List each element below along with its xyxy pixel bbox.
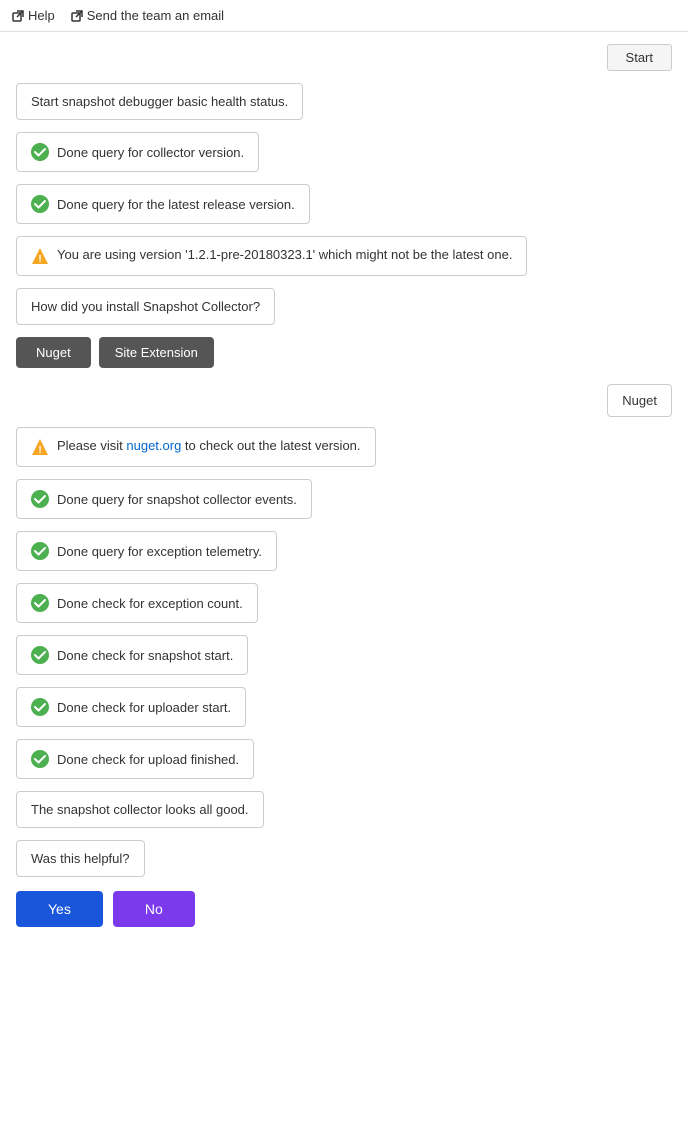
start-message: Start snapshot debugger basic health sta… <box>16 83 303 120</box>
main-content: Start Start snapshot debugger basic heal… <box>0 32 688 939</box>
check-icon-exception-count <box>31 594 49 612</box>
external-link-icon2 <box>71 10 83 22</box>
email-label: Send the team an email <box>87 8 224 23</box>
snapshot-start-text: Done check for snapshot start. <box>57 648 233 663</box>
top-bar: Help Send the team an email <box>0 0 688 32</box>
warn-icon-nuget: ! <box>31 438 49 456</box>
nuget-response-message: Nuget <box>607 384 672 417</box>
exception-count-text: Done check for exception count. <box>57 596 243 611</box>
install-question-message: How did you install Snapshot Collector? <box>16 288 275 325</box>
helpful-text: Was this helpful? <box>31 851 130 866</box>
uploader-start-message: Done check for uploader start. <box>16 687 246 727</box>
check-icon-snapshot-start <box>31 646 49 664</box>
latest-release-text: Done query for the latest release versio… <box>57 197 295 212</box>
install-question-text: How did you install Snapshot Collector? <box>31 299 260 314</box>
exception-count-row: Done check for exception count. <box>16 583 672 633</box>
snapshot-events-row: Done query for snapshot collector events… <box>16 479 672 529</box>
upload-finished-message: Done check for upload finished. <box>16 739 254 779</box>
svg-text:!: ! <box>38 254 41 265</box>
nuget-visit-prefix: Please visit <box>57 438 126 453</box>
nuget-button[interactable]: Nuget <box>16 337 91 368</box>
helpful-message: Was this helpful? <box>16 840 145 877</box>
check-icon-upload-finished <box>31 750 49 768</box>
check-icon-collector <box>31 143 49 161</box>
collector-version-row: Done query for collector version. <box>16 132 672 182</box>
looks-good-message: The snapshot collector looks all good. <box>16 791 264 828</box>
nuget-response-row: Nuget <box>16 384 672 417</box>
looks-good-text: The snapshot collector looks all good. <box>31 802 249 817</box>
snapshot-events-message: Done query for snapshot collector events… <box>16 479 312 519</box>
check-icon-uploader-start <box>31 698 49 716</box>
start-button[interactable]: Start <box>607 44 672 71</box>
helpful-btn-row: Yes No <box>16 891 672 927</box>
svg-text:!: ! <box>38 445 41 456</box>
uploader-start-row: Done check for uploader start. <box>16 687 672 737</box>
nuget-visit-row: ! Please visit nuget.org to check out th… <box>16 427 672 477</box>
exception-telemetry-text: Done query for exception telemetry. <box>57 544 262 559</box>
snapshot-start-row: Done check for snapshot start. <box>16 635 672 685</box>
collector-version-text: Done query for collector version. <box>57 145 244 160</box>
nuget-visit-text: Please visit nuget.org to check out the … <box>57 438 361 453</box>
collector-version-message: Done query for collector version. <box>16 132 259 172</box>
latest-release-message: Done query for the latest release versio… <box>16 184 310 224</box>
help-label: Help <box>28 8 55 23</box>
check-icon-snapshot-events <box>31 490 49 508</box>
start-message-row: Start snapshot debugger basic health sta… <box>16 83 672 130</box>
nuget-visit-message: ! Please visit nuget.org to check out th… <box>16 427 376 467</box>
warn-icon-version: ! <box>31 247 49 265</box>
nuget-response-text: Nuget <box>622 393 657 408</box>
site-extension-button[interactable]: Site Extension <box>99 337 214 368</box>
snapshot-start-message: Done check for snapshot start. <box>16 635 248 675</box>
uploader-start-text: Done check for uploader start. <box>57 700 231 715</box>
install-btn-row: Nuget Site Extension <box>16 337 672 368</box>
start-message-text: Start snapshot debugger basic health sta… <box>31 94 288 109</box>
version-warning-message: ! You are using version '1.2.1-pre-20180… <box>16 236 527 276</box>
version-warning-text: You are using version '1.2.1-pre-2018032… <box>57 247 512 262</box>
no-button[interactable]: No <box>113 891 195 927</box>
nuget-link[interactable]: nuget.org <box>126 438 181 453</box>
email-link[interactable]: Send the team an email <box>71 8 224 23</box>
install-question-row: How did you install Snapshot Collector? <box>16 288 672 335</box>
exception-telemetry-row: Done query for exception telemetry. <box>16 531 672 581</box>
helpful-row: Was this helpful? <box>16 840 672 887</box>
exception-telemetry-message: Done query for exception telemetry. <box>16 531 277 571</box>
looks-good-row: The snapshot collector looks all good. <box>16 791 672 838</box>
latest-release-row: Done query for the latest release versio… <box>16 184 672 234</box>
exception-count-message: Done check for exception count. <box>16 583 258 623</box>
snapshot-events-text: Done query for snapshot collector events… <box>57 492 297 507</box>
upload-finished-row: Done check for upload finished. <box>16 739 672 789</box>
version-warning-row: ! You are using version '1.2.1-pre-20180… <box>16 236 672 286</box>
help-link[interactable]: Help <box>12 8 55 23</box>
check-icon-exception-telemetry <box>31 542 49 560</box>
nuget-visit-suffix: to check out the latest version. <box>181 438 360 453</box>
start-btn-row: Start <box>16 44 672 71</box>
upload-finished-text: Done check for upload finished. <box>57 752 239 767</box>
check-icon-release <box>31 195 49 213</box>
yes-button[interactable]: Yes <box>16 891 103 927</box>
external-link-icon <box>12 10 24 22</box>
